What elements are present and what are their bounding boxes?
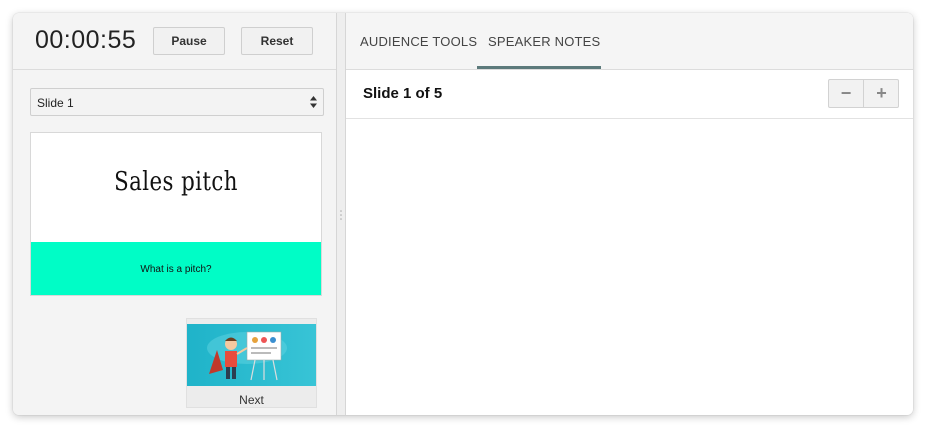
next-slide-label: Next (239, 393, 264, 407)
slide-select[interactable]: Slide 1 (30, 88, 324, 116)
slide-band: What is a pitch? (31, 242, 321, 295)
current-slide-preview: Sales pitch What is a pitch? (30, 132, 322, 296)
reset-button[interactable]: Reset (241, 27, 313, 55)
next-slide-thumbnail[interactable]: Next (186, 318, 317, 408)
slide-counter: Slide 1 of 5 (363, 85, 443, 102)
grip-dots-icon (340, 210, 342, 220)
zoom-out-button[interactable]: − (829, 80, 864, 107)
zoom-in-button[interactable]: + (864, 80, 899, 107)
tabs-bar: AUDIENCE TOOLS SPEAKER NOTES (346, 13, 913, 70)
tab-speaker-notes[interactable]: SPEAKER NOTES (488, 34, 600, 49)
zoom-controls: − + (828, 79, 899, 108)
notes-header: Slide 1 of 5 − + (346, 70, 913, 119)
slide-select-value: Slide 1 (37, 96, 74, 110)
active-tab-indicator (477, 66, 601, 69)
presenter-view-window: 00:00:55 Pause Reset Slide 1 Sales pitch… (13, 13, 913, 415)
pause-button[interactable]: Pause (153, 27, 225, 55)
presenter-illustration-icon (187, 324, 316, 386)
next-slide-image (187, 324, 316, 386)
left-pane: 00:00:55 Pause Reset Slide 1 Sales pitch… (13, 13, 336, 415)
tab-audience-tools[interactable]: AUDIENCE TOOLS (360, 34, 477, 49)
pane-resize-handle[interactable] (336, 13, 346, 415)
right-pane: AUDIENCE TOOLS SPEAKER NOTES Slide 1 of … (346, 13, 913, 415)
timer-bar: 00:00:55 Pause Reset (13, 13, 336, 70)
slide-title: Sales pitch (114, 167, 238, 197)
slide-subtitle: What is a pitch? (140, 264, 212, 275)
up-down-arrows-icon (310, 96, 317, 108)
elapsed-timer: 00:00:55 (35, 26, 137, 54)
